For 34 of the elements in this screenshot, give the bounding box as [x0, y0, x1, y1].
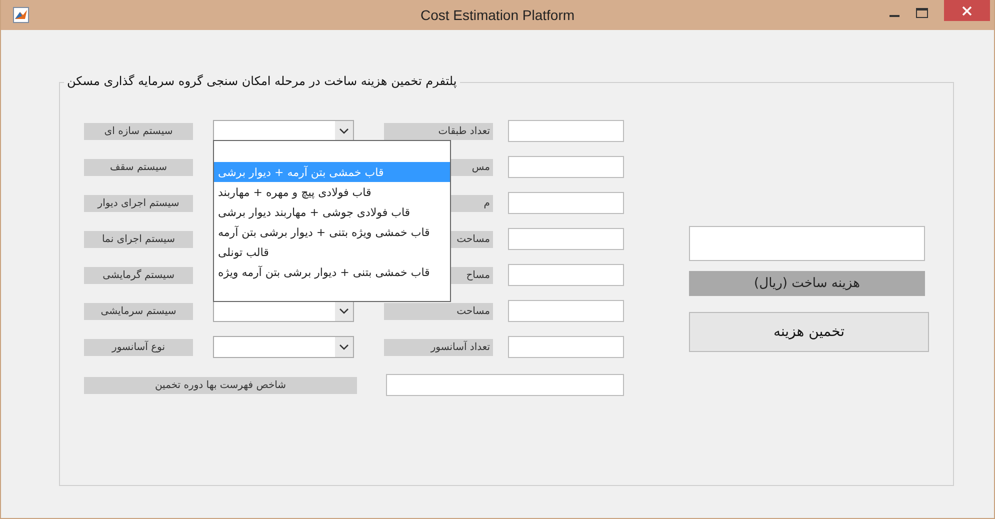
dropdown-field[interactable] — [213, 300, 354, 322]
field-label: سیستم سازه ای — [84, 122, 193, 140]
result-field[interactable] — [689, 226, 925, 261]
field-label: سیستم اجرای دیوار — [84, 194, 193, 212]
estimate-button[interactable]: تخمین هزینه — [689, 312, 929, 352]
input-field[interactable] — [508, 228, 624, 250]
input-field[interactable] — [508, 192, 624, 214]
field-label: سیستم اجرای نما — [84, 230, 193, 248]
chevron-icon — [339, 308, 349, 314]
dropdown-field[interactable] — [213, 120, 354, 142]
chevron-icon — [339, 344, 349, 350]
window-title: Cost Estimation Platform — [420, 7, 575, 23]
app-icon — [13, 7, 29, 23]
input-field[interactable] — [508, 336, 624, 358]
input-field[interactable] — [508, 120, 624, 142]
dropdown-field[interactable] — [213, 336, 354, 358]
field-label: تعداد طبقات — [384, 122, 493, 140]
result-label: هزینه ساخت (ریال) — [689, 271, 925, 296]
close-button[interactable] — [944, 0, 990, 21]
input-field[interactable] — [508, 156, 624, 178]
input-field[interactable] — [508, 300, 624, 322]
field-label: شاخص فهرست بها دوره تخمین — [84, 376, 357, 394]
close-icon — [962, 6, 972, 16]
field-label: سیستم سرمایشی — [84, 302, 193, 320]
input-field[interactable] — [508, 264, 624, 286]
group-title: پلتفرم تخمین هزینه ساخت در مرحله امکان سنجی گروه سرمایه گذاری مسکن — [64, 74, 460, 88]
field-label: سیستم گرمایشی — [84, 266, 193, 284]
input-field[interactable] — [386, 374, 624, 396]
field-label: نوع آسانسور — [84, 338, 193, 356]
field-label: سیستم سقف — [84, 158, 193, 176]
chevron-icon — [339, 128, 349, 134]
field-label: مساحت — [384, 302, 493, 320]
maximize-icon[interactable] — [916, 8, 928, 18]
field-label: تعداد آسانسور — [384, 338, 493, 356]
